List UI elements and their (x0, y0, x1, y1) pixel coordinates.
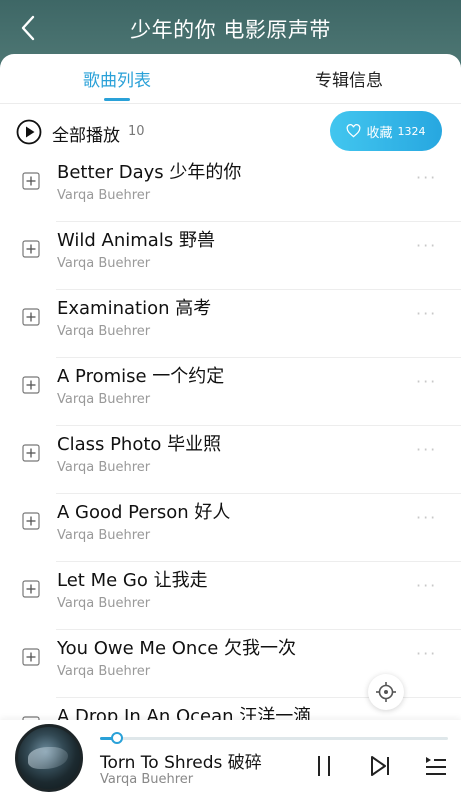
add-box-icon[interactable] (22, 240, 40, 258)
app-header: 少年的你 电影原声带 (0, 0, 461, 62)
song-artist: Varqa Buehrer (57, 528, 151, 543)
add-box-icon[interactable] (22, 648, 40, 666)
song-artist: Varqa Buehrer (57, 596, 151, 611)
list-item[interactable]: Class Photo 毕业照 Varqa Buehrer ··· (0, 426, 461, 494)
collect-count: 1324 (397, 124, 426, 138)
page-title: 少年的你 电影原声带 (130, 18, 331, 42)
song-artist: Varqa Buehrer (57, 256, 151, 271)
list-item[interactable]: A Good Person 好人 Varqa Buehrer ··· (0, 494, 461, 562)
song-title: You Owe Me Once 欠我一次 (57, 638, 297, 659)
more-horizontal-icon[interactable]: ··· (416, 644, 437, 663)
song-artist: Varqa Buehrer (57, 664, 151, 679)
list-item[interactable]: Wild Animals 野兽 Varqa Buehrer ··· (0, 222, 461, 290)
song-artist: Varqa Buehrer (57, 188, 151, 203)
song-title: Examination 高考 (57, 298, 212, 319)
progress-bar[interactable] (100, 737, 448, 740)
more-horizontal-icon[interactable]: ··· (416, 168, 437, 187)
playlist-icon[interactable] (424, 754, 448, 778)
more-horizontal-icon[interactable]: ··· (416, 508, 437, 527)
more-horizontal-icon[interactable]: ··· (416, 440, 437, 459)
add-box-icon[interactable] (22, 376, 40, 394)
play-all-button[interactable]: 全部播放 (52, 121, 120, 146)
locate-current-button[interactable] (368, 674, 404, 710)
active-tab-indicator (104, 98, 130, 101)
add-box-icon[interactable] (22, 444, 40, 462)
crosshair-icon (376, 682, 396, 702)
play-all-row: 全部播放 10 收藏 1324 (0, 111, 461, 153)
more-horizontal-icon[interactable]: ··· (416, 304, 437, 323)
song-title: Class Photo 毕业照 (57, 434, 222, 455)
mini-player: Torn To Shreds 破碎 Varqa Buehrer (0, 720, 461, 796)
list-item[interactable]: Let Me Go 让我走 Varqa Buehrer ··· (0, 562, 461, 630)
list-item[interactable]: A Promise 一个约定 Varqa Buehrer ··· (0, 358, 461, 426)
song-title: Let Me Go 让我走 (57, 570, 208, 591)
album-sheet: 歌曲列表 专辑信息 全部播放 10 收藏 1324 Better Days 少年… (0, 54, 461, 796)
collect-button[interactable]: 收藏 1324 (330, 111, 442, 151)
add-box-icon[interactable] (22, 308, 40, 326)
add-box-icon[interactable] (22, 172, 40, 190)
song-title: Better Days 少年的你 (57, 162, 242, 183)
tab-bar: 歌曲列表 专辑信息 (0, 54, 461, 102)
song-title: A Promise 一个约定 (57, 366, 225, 387)
pause-icon[interactable] (314, 754, 334, 778)
now-playing-artist: Varqa Buehrer (100, 772, 194, 787)
progress-thumb[interactable] (111, 732, 124, 744)
track-count: 10 (128, 124, 145, 139)
list-item[interactable]: Examination 高考 Varqa Buehrer ··· (0, 290, 461, 358)
add-box-icon[interactable] (22, 580, 40, 598)
list-item[interactable]: Better Days 少年的你 Varqa Buehrer ··· (0, 154, 461, 222)
skip-next-icon[interactable] (369, 754, 391, 778)
song-artist: Varqa Buehrer (57, 324, 151, 339)
now-playing-title: Torn To Shreds 破碎 (100, 753, 262, 773)
more-horizontal-icon[interactable]: ··· (416, 372, 437, 391)
song-title: A Good Person 好人 (57, 502, 231, 523)
more-horizontal-icon[interactable]: ··· (416, 236, 437, 255)
more-horizontal-icon[interactable]: ··· (416, 576, 437, 595)
collect-label: 收藏 (366, 125, 393, 141)
album-cover[interactable] (15, 724, 83, 792)
song-title: Wild Animals 野兽 (57, 230, 215, 251)
song-artist: Varqa Buehrer (57, 392, 151, 407)
add-box-icon[interactable] (22, 512, 40, 530)
tab-album-info[interactable]: 专辑信息 (306, 66, 392, 91)
song-artist: Varqa Buehrer (57, 460, 151, 475)
play-circle-icon[interactable] (16, 119, 42, 145)
heart-outline-icon (347, 124, 361, 138)
divider (0, 103, 461, 104)
tab-song-list[interactable]: 歌曲列表 (78, 66, 156, 91)
